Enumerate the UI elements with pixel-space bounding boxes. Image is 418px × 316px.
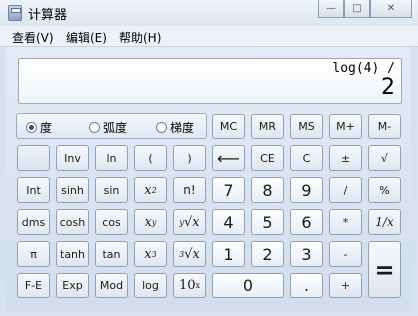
m-plus-button[interactable]: M+ [329,114,362,139]
ms-button[interactable]: MS [290,114,323,139]
tanh-button[interactable]: tanh [56,241,89,267]
x-squared-base: x [144,182,152,198]
factorial-button[interactable]: n! [173,177,206,203]
radio-degrees[interactable]: 度 [26,119,52,136]
menu-help[interactable]: 帮助(H) [119,29,161,46]
mod-button[interactable]: Mod [95,273,128,298]
radio-gradians[interactable]: 梯度 [156,119,194,136]
cube-root-button[interactable]: 3 √x [173,241,206,267]
title-bar: 计算器 — □ ✕ [0,0,418,26]
digit-7-button[interactable]: 7 [212,177,245,203]
divide-button[interactable]: / [329,177,362,203]
radio-radians-label: 弧度 [103,121,128,135]
ten-power-x-button[interactable]: 10 x [173,273,206,298]
display-value: 2 [381,75,395,100]
cos-button[interactable]: cos [95,209,128,235]
x-cubed-base: x [144,246,152,262]
c-button[interactable]: C [290,145,323,171]
multiply-button[interactable]: * [329,209,362,235]
log-button[interactable]: log [134,273,167,298]
digit-3-button[interactable]: 3 [290,241,323,267]
x-power-y-button[interactable]: xy [134,209,167,235]
window-title: 计算器 [28,8,68,23]
subtract-button[interactable]: - [329,241,362,267]
tan-button[interactable]: tan [95,241,128,267]
ce-button[interactable]: CE [251,145,284,171]
reciprocal-button[interactable]: 1/x [368,209,401,235]
menu-view[interactable]: 查看(V) [12,29,54,46]
x-squared-button[interactable]: x2 [134,177,167,203]
ten-power-x-base: 10 [178,278,196,293]
digit-5-button[interactable]: 5 [251,209,284,235]
x-cubed-button[interactable]: x3 [134,241,167,267]
radio-unselected-icon [89,122,100,133]
inv-button[interactable]: Inv [56,145,89,171]
display-expression: log(4) / [332,61,395,76]
plus-minus-button[interactable]: ± [329,145,362,171]
left-paren-button[interactable]: ( [134,145,167,171]
close-button[interactable]: ✕ [370,0,412,18]
ln-button[interactable]: ln [95,145,128,171]
m-minus-button[interactable]: M- [368,114,401,139]
ten-power-x-exponent: x [195,281,201,290]
radio-degrees-label: 度 [40,121,53,135]
fe-button[interactable]: F-E [17,273,50,298]
digit-6-button[interactable]: 6 [290,209,323,235]
radio-radians[interactable]: 弧度 [89,119,127,136]
calculator-icon [8,5,22,21]
menu-edit[interactable]: 编辑(E) [66,29,107,46]
dms-button[interactable]: dms [17,209,50,235]
radio-selected-icon [26,122,37,133]
maximize-button[interactable]: □ [344,0,370,18]
x-cubed-exponent: 3 [151,249,157,259]
digit-1-button[interactable]: 1 [212,241,245,267]
radio-gradians-label: 梯度 [170,121,195,135]
cosh-button[interactable]: cosh [56,209,89,235]
sqrt-button[interactable]: √ [368,145,401,171]
percent-button[interactable]: % [368,177,401,203]
mc-button[interactable]: MC [212,114,245,139]
digit-2-button[interactable]: 2 [251,241,284,267]
cube-root-symbol: √x [184,246,200,262]
int-button[interactable]: Int [17,177,50,203]
display: log(4) / 2 [18,58,402,104]
right-paren-button[interactable]: ) [173,145,206,171]
add-button[interactable]: + [329,273,362,298]
blank-key [17,145,50,171]
x-power-y-exponent: y [151,217,157,227]
y-root-x-button[interactable]: y √x [173,209,206,235]
sin-button[interactable]: sin [95,177,128,203]
equals-button[interactable]: = [368,241,401,298]
backspace-button[interactable]: ⟵ [212,145,245,171]
x-squared-exponent: 2 [151,185,157,195]
menu-bar: 查看(V) 编辑(E) 帮助(H) [0,26,418,47]
minimize-button[interactable]: — [318,0,344,18]
exp-button[interactable]: Exp [56,273,89,298]
x-power-y-base: x [144,214,152,230]
angle-mode-group: 度 弧度 梯度 [16,113,207,139]
sinh-button[interactable]: sinh [56,177,89,203]
window-controls: — □ ✕ [318,0,412,20]
digit-8-button[interactable]: 8 [251,177,284,203]
radio-unselected-icon [156,122,167,133]
digit-0-button[interactable]: 0 [212,273,284,298]
pi-button[interactable]: π [17,241,50,267]
y-root-symbol: √x [183,214,200,230]
digit-4-button[interactable]: 4 [212,209,245,235]
digit-9-button[interactable]: 9 [290,177,323,203]
decimal-button[interactable]: . [290,273,323,298]
mr-button[interactable]: MR [251,114,284,139]
